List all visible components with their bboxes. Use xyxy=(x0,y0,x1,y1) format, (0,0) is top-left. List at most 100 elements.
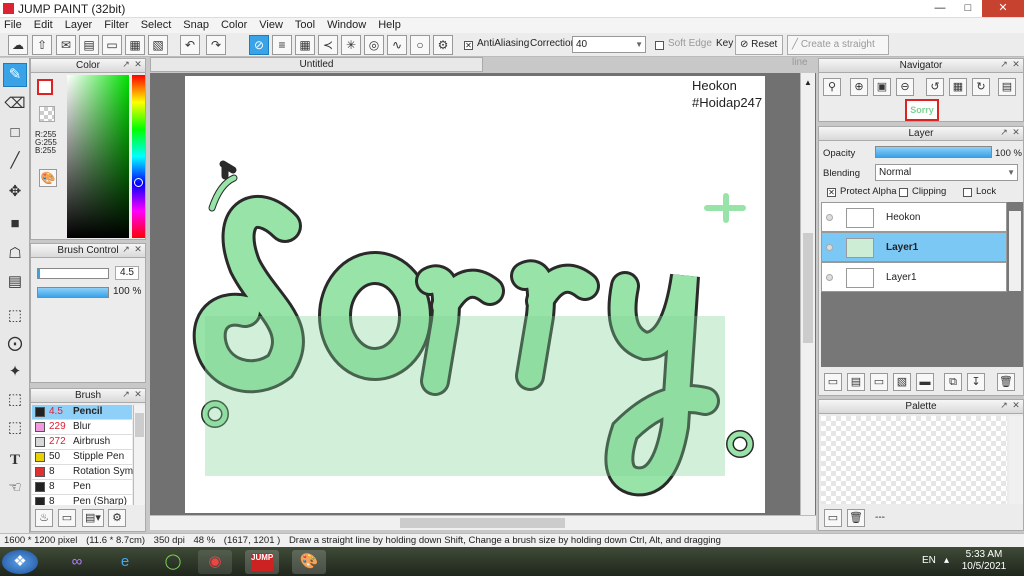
brush-item[interactable]: 4.5 Pencil xyxy=(32,405,132,420)
menu-file[interactable]: File xyxy=(4,18,22,33)
cloud-icon[interactable]: ☁ xyxy=(8,35,28,55)
palette-scrollbar[interactable] xyxy=(1009,416,1023,504)
merge-layer-icon[interactable]: ↧ xyxy=(967,373,985,391)
visual-studio-icon[interactable]: ∞ xyxy=(60,550,94,574)
menu-view[interactable]: View xyxy=(259,18,283,33)
detach-icon[interactable]: ↗ xyxy=(121,60,131,70)
drawing-canvas[interactable]: Heokon #Hoidap247 xyxy=(185,76,765,516)
brush-item[interactable]: 8 Rotation Symm xyxy=(32,465,133,480)
bucket-tool-icon[interactable]: ☖ xyxy=(3,242,27,266)
layer-row[interactable]: Layer1 xyxy=(821,232,1007,262)
zoom-in-icon[interactable]: ⊕ xyxy=(850,78,868,96)
zoom-out-icon[interactable]: ⊖ xyxy=(896,78,914,96)
chrome-icon[interactable]: ◉ xyxy=(198,550,232,574)
brush-size-slider[interactable] xyxy=(37,268,109,279)
brush-add-icon[interactable]: ♨ xyxy=(35,509,53,527)
menu-help[interactable]: Help xyxy=(378,18,401,33)
brush-item[interactable]: 229 Blur xyxy=(32,420,132,435)
maximize-icon[interactable]: □ xyxy=(954,0,982,17)
zoom-fit-icon[interactable]: ⚲ xyxy=(823,78,841,96)
panels-icon[interactable]: ▦ xyxy=(125,35,145,55)
brush-menu-icon[interactable]: ▤▾ xyxy=(82,509,104,527)
detach-icon[interactable]: ↗ xyxy=(121,390,131,400)
clipping-checkbox[interactable] xyxy=(899,188,908,197)
message-icon[interactable]: ▤ xyxy=(79,35,99,55)
brush-list-scrollbar[interactable] xyxy=(133,405,145,505)
move-tool-icon[interactable]: ✥ xyxy=(3,180,27,204)
eraser-tool-icon[interactable]: ⌫ xyxy=(3,92,27,116)
internet-explorer-icon[interactable]: e xyxy=(108,550,142,574)
new-file-icon[interactable]: ▭ xyxy=(102,35,122,55)
layer-opacity-slider[interactable] xyxy=(875,146,992,158)
snap-settings-icon[interactable]: ⚙ xyxy=(433,35,453,55)
text-tool-icon[interactable]: T xyxy=(3,448,27,472)
palette-more[interactable]: --- xyxy=(875,512,885,523)
fit-window-icon[interactable]: ▣ xyxy=(873,78,891,96)
blending-select[interactable]: Normal ▼ xyxy=(875,164,1018,181)
brush-item[interactable]: 50 Stipple Pen xyxy=(32,450,132,465)
snap-circle-icon[interactable]: ◎ xyxy=(364,35,384,55)
fill-rect-tool-icon[interactable]: ■ xyxy=(3,212,27,236)
jump-paint-icon[interactable]: JUMP xyxy=(245,550,279,574)
duplicate-layer-icon[interactable]: ⧉ xyxy=(944,373,962,391)
layer-list-scrollbar[interactable] xyxy=(1009,211,1021,291)
palette-grid[interactable] xyxy=(821,416,1007,504)
close-icon[interactable]: ✕ xyxy=(133,245,143,255)
start-button[interactable]: ❖ xyxy=(2,550,38,574)
comment-icon[interactable]: ✉ xyxy=(56,35,76,55)
close-icon[interactable]: ✕ xyxy=(1011,128,1021,138)
visibility-icon[interactable] xyxy=(826,214,833,221)
share-icon[interactable]: ⇧ xyxy=(32,35,52,55)
lock-checkbox[interactable] xyxy=(963,188,972,197)
menu-edit[interactable]: Edit xyxy=(34,18,53,33)
detach-icon[interactable]: ↗ xyxy=(999,60,1009,70)
brush-item[interactable]: 272 Airbrush xyxy=(32,435,132,450)
delete-layer-icon[interactable]: 🗑 xyxy=(997,373,1015,391)
layer-row[interactable]: Layer1 xyxy=(821,262,1007,292)
antialiasing-checkbox[interactable]: ✕ xyxy=(464,41,473,50)
snap-off-icon[interactable]: ⊘ xyxy=(249,35,269,55)
canvas-tab[interactable]: Untitled xyxy=(150,57,483,72)
minimize-icon[interactable]: — xyxy=(926,0,954,17)
menu-window[interactable]: Window xyxy=(327,18,366,33)
new-layer-icon[interactable]: ▭ xyxy=(824,373,842,391)
snap-ellipse-icon[interactable]: ○ xyxy=(410,35,430,55)
snap-grid-icon[interactable]: ▦ xyxy=(295,35,315,55)
horizontal-scroll-thumb[interactable] xyxy=(400,518,565,528)
close-icon[interactable]: ✕ xyxy=(982,0,1024,17)
select-marquee-icon[interactable]: ⬚ xyxy=(3,304,27,328)
brush-tool-icon[interactable]: ✎ xyxy=(3,63,27,87)
snap-radial-icon[interactable]: ✳ xyxy=(341,35,361,55)
operation-tool-icon[interactable]: ☜ xyxy=(3,476,27,500)
tray-arrow-icon[interactable]: ▴ xyxy=(944,555,949,566)
create-straight-line-button[interactable]: ╱ Create a straight line xyxy=(787,35,889,68)
brush-size-value[interactable]: 4.5 xyxy=(115,266,139,280)
vertical-scroll-thumb[interactable] xyxy=(803,233,813,343)
select-pen-icon[interactable]: ⬚ xyxy=(3,388,27,412)
lasso-tool-icon[interactable]: ⨀ xyxy=(3,332,27,356)
palette-picker-icon[interactable]: 🎨 xyxy=(39,169,57,187)
visibility-icon[interactable] xyxy=(826,244,833,251)
detach-icon[interactable]: ↗ xyxy=(999,128,1009,138)
detach-icon[interactable]: ↗ xyxy=(999,401,1009,411)
palette-delete-icon[interactable]: 🗑 xyxy=(847,509,865,527)
new-halftone-layer-icon[interactable]: ▧ xyxy=(893,373,911,391)
new-layer-1bit-icon[interactable]: ▭ xyxy=(870,373,888,391)
canvas-vertical-scrollbar[interactable]: ▲ xyxy=(800,73,815,515)
undo-icon[interactable]: ↶ xyxy=(180,35,200,55)
hue-slider[interactable] xyxy=(132,75,145,238)
palette-add-icon[interactable]: ▭ xyxy=(824,509,842,527)
select-eraser-icon[interactable]: ⬚ xyxy=(3,416,27,440)
rotate-left-icon[interactable]: ↺ xyxy=(926,78,944,96)
flip-icon[interactable]: ▦ xyxy=(949,78,967,96)
close-icon[interactable]: ✕ xyxy=(1011,60,1021,70)
reset-button[interactable]: ⊘ Reset xyxy=(735,35,783,55)
soft-edge-checkbox[interactable] xyxy=(655,41,664,50)
paint-icon[interactable]: 🎨 xyxy=(292,550,326,574)
saturation-value-picker[interactable] xyxy=(67,75,129,238)
reset-view-icon[interactable]: ▤ xyxy=(998,78,1016,96)
gradient-tool-icon[interactable]: ▤ xyxy=(3,270,27,294)
brush-new-icon[interactable]: ▭ xyxy=(58,509,76,527)
correction-select[interactable]: 40 ▼ xyxy=(572,36,646,53)
menu-select[interactable]: Select xyxy=(141,18,172,33)
